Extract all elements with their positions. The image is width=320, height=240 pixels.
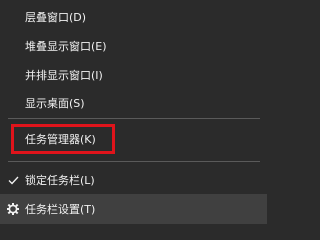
menu-item-label: 显示桌面(S) bbox=[25, 97, 85, 110]
task-manager-highlight-box bbox=[11, 124, 115, 154]
menu-separator bbox=[8, 161, 260, 162]
menu-separator bbox=[8, 118, 260, 119]
menu-item-label: 并排显示窗口(I) bbox=[25, 69, 103, 82]
menu-item-side-by-side-windows[interactable]: 并排显示窗口(I) bbox=[0, 61, 267, 89]
menu-item-label: 层叠窗口(D) bbox=[25, 11, 87, 24]
menu-item-taskbar-settings[interactable]: 任务栏设置(T) bbox=[0, 194, 267, 224]
taskbar-context-menu: 层叠窗口(D) 堆叠显示窗口(E) 并排显示窗口(I) 显示桌面(S) 任务管理… bbox=[0, 0, 267, 224]
menu-item-cascade-windows[interactable]: 层叠窗口(D) bbox=[0, 3, 267, 31]
checkmark-icon bbox=[7, 174, 19, 186]
gear-icon bbox=[7, 203, 19, 215]
menu-item-lock-taskbar[interactable]: 锁定任务栏(L) bbox=[0, 166, 267, 194]
menu-item-show-desktop[interactable]: 显示桌面(S) bbox=[0, 89, 267, 117]
menu-item-label: 堆叠显示窗口(E) bbox=[25, 40, 107, 53]
menu-item-stack-windows[interactable]: 堆叠显示窗口(E) bbox=[0, 32, 267, 60]
